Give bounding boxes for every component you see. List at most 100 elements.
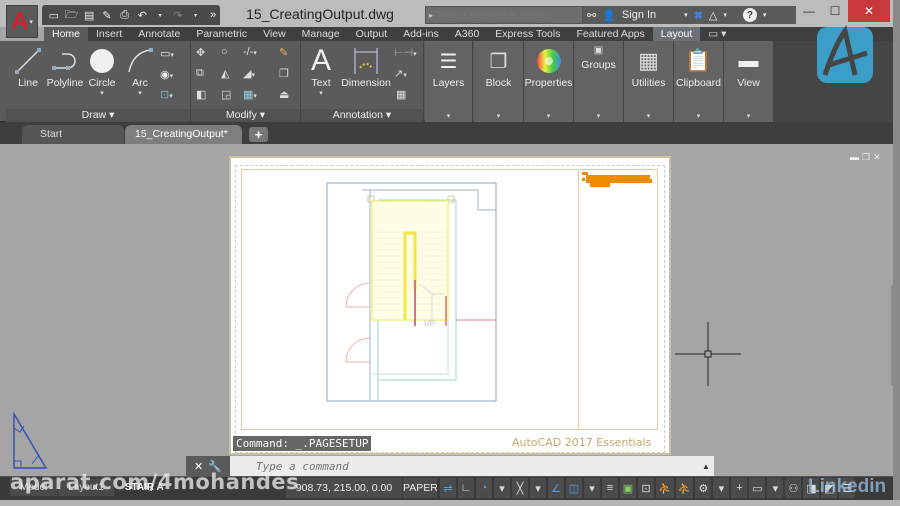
tab-express-tools[interactable]: Express Tools — [487, 27, 568, 41]
units-icon[interactable]: ▭ — [749, 478, 766, 498]
ortho-icon[interactable]: ∟ — [458, 478, 474, 498]
annotation-visibility-icon[interactable]: ⛹ — [656, 478, 674, 498]
minimize-drawing-icon[interactable]: ▬ — [850, 152, 859, 163]
array-icon[interactable]: ▦▾ — [243, 88, 269, 102]
exchange-icon[interactable]: ✖ — [694, 9, 703, 22]
command-input[interactable] — [256, 459, 696, 473]
sign-in-link[interactable]: Sign In — [622, 9, 656, 21]
save-as-icon[interactable]: ✎ — [100, 9, 114, 22]
modify-panel-label[interactable]: Modify ▾ — [191, 109, 300, 122]
lineweight-icon[interactable]: ≡ — [602, 478, 618, 498]
chevron-down-icon[interactable]: ▾ — [494, 478, 510, 498]
mirror-icon[interactable]: ◭ — [221, 67, 235, 81]
file-tab-creating-output[interactable]: 15_CreatingOutput* ✕ — [125, 125, 242, 159]
tab-parametric[interactable]: Parametric — [188, 27, 255, 41]
tab-view[interactable]: View — [255, 27, 294, 41]
selection-cycling-icon[interactable]: ⊡ — [638, 478, 654, 498]
close-drawing-icon[interactable]: ✕ — [873, 152, 881, 163]
tab-add-ins[interactable]: Add-ins — [395, 27, 447, 41]
copy-icon[interactable]: ⧉ — [196, 67, 210, 81]
chevron-down-icon[interactable]: ▾ — [301, 89, 341, 97]
chevron-down-icon[interactable]: ▾ — [723, 11, 727, 19]
undo-icon[interactable]: ↶ — [136, 9, 150, 22]
polar-tracking-icon[interactable]: ◔ — [476, 478, 492, 498]
stretch-icon[interactable]: ◧ — [196, 88, 210, 102]
chevron-down-icon[interactable]: ▾ — [763, 11, 767, 19]
chevron-down-icon[interactable]: ▾ — [767, 478, 784, 498]
block-panel[interactable]: ❐ Block ▾ — [474, 41, 524, 122]
offset-icon[interactable]: ⏏ — [279, 88, 293, 102]
auto-scale-icon[interactable]: ⛹ — [675, 478, 694, 498]
restore-drawing-icon[interactable]: ❐ — [862, 152, 870, 163]
annotation-panel-label[interactable]: Annotation ▾ — [301, 109, 423, 122]
more-icon[interactable]: » — [206, 9, 220, 22]
binoculars-icon[interactable]: ⚯ — [587, 9, 596, 22]
isolate-objects-icon[interactable]: ⚇ — [785, 478, 802, 498]
properties-panel[interactable]: Properties ▾ — [524, 41, 574, 122]
open-icon[interactable]: 🗁 — [65, 9, 79, 22]
move-icon[interactable]: ✥ — [196, 46, 210, 60]
redo-dropdown-icon[interactable]: ▾ — [189, 9, 203, 22]
chevron-down-icon[interactable]: ▾ — [530, 478, 546, 498]
search-input[interactable] — [436, 9, 576, 21]
arc-tool[interactable]: Arc ▾ — [118, 45, 162, 97]
annotation-monitor-icon[interactable]: + — [731, 478, 748, 498]
paper-space-toggle[interactable]: PAPER — [403, 478, 438, 498]
expand-icon[interactable]: ▸ — [426, 11, 436, 20]
tab-annotate[interactable]: Annotate — [130, 27, 188, 41]
tab-output[interactable]: Output — [348, 27, 396, 41]
coordinates-readout[interactable]: 908.73, 215.00, 0.00 — [286, 478, 402, 498]
application-menu-button[interactable]: A ▾ — [6, 5, 38, 38]
a360-icon[interactable]: △ — [709, 9, 717, 22]
new-icon[interactable]: ▭ — [47, 9, 61, 22]
table-icon[interactable]: ▦ — [396, 88, 410, 102]
chevron-down-icon[interactable]: ▾ — [584, 478, 600, 498]
rotate-icon[interactable]: ○ — [221, 46, 235, 60]
minimize-button[interactable]: — — [796, 0, 822, 22]
tab-manage[interactable]: Manage — [294, 27, 348, 41]
isodraft-icon[interactable]: ╳ — [512, 478, 528, 498]
maximize-button[interactable]: ☐ — [822, 0, 848, 22]
trim-icon[interactable]: -/-▾ — [243, 46, 269, 60]
text-tool[interactable]: A Text ▾ — [301, 44, 341, 97]
view-panel[interactable]: ▬ View ▾ — [724, 41, 774, 122]
ribbon-display-toggle[interactable]: ▭ ▾ — [700, 27, 734, 41]
chevron-down-icon[interactable]: ▾ — [684, 11, 688, 19]
tab-a360[interactable]: A360 — [447, 27, 488, 41]
new-tab-button[interactable]: + — [249, 127, 268, 142]
save-icon[interactable]: ▤ — [82, 9, 96, 22]
groups-panel[interactable]: ▣ Groups ▾ — [574, 41, 624, 122]
help-icon[interactable]: ? — [742, 8, 757, 22]
scale-icon[interactable]: ◲ — [221, 88, 235, 102]
fillet-icon[interactable]: ◢▾ — [243, 67, 269, 81]
tab-featured-apps[interactable]: Featured Apps — [568, 27, 652, 41]
close-button[interactable]: ✕ — [848, 0, 890, 22]
linear-dimension-icon[interactable]: ⊢⊣▾ — [394, 46, 420, 60]
draw-panel-label[interactable]: Draw ▾ — [6, 109, 190, 122]
object-snap-tracking-icon[interactable]: ∠ — [548, 478, 564, 498]
command-history-toggle-icon[interactable]: ▲ — [702, 462, 710, 471]
tab-home[interactable]: Home — [44, 27, 89, 41]
tab-insert[interactable]: Insert — [88, 27, 130, 41]
transparency-icon[interactable]: ▣ — [620, 478, 636, 498]
redo-icon[interactable]: ↷ — [171, 9, 185, 22]
explode-icon[interactable]: ❒ — [279, 67, 293, 81]
search-box[interactable]: ▸ — [425, 6, 583, 24]
leader-icon[interactable]: ↗▾ — [394, 67, 420, 81]
layers-panel[interactable]: ☰ Layers ▾ — [425, 41, 473, 122]
tab-layout[interactable]: Layout — [652, 27, 701, 41]
plot-icon[interactable]: ⎙ — [118, 9, 132, 22]
utilities-panel[interactable]: ▦ Utilities ▾ — [624, 41, 674, 122]
hatch-icon[interactable]: ◉▾ — [160, 68, 174, 82]
rectangle-icon[interactable]: ▭▾ — [160, 47, 174, 61]
dimension-tool[interactable]: Dimension — [339, 45, 393, 89]
boundary-icon[interactable]: ⊡▾ — [160, 88, 174, 102]
file-tab-start[interactable]: Start — [22, 125, 124, 144]
infer-constraints-icon[interactable]: ⇌ — [440, 478, 456, 498]
vertical-scrollbar[interactable] — [891, 285, 894, 385]
object-snap-icon[interactable]: ◫ — [566, 478, 582, 498]
undo-dropdown-icon[interactable]: ▾ — [153, 9, 167, 22]
workspace-icon[interactable]: ⚙ — [695, 478, 712, 498]
erase-icon[interactable]: ✎ — [279, 46, 293, 60]
user-icon[interactable]: 👤 — [602, 9, 616, 22]
